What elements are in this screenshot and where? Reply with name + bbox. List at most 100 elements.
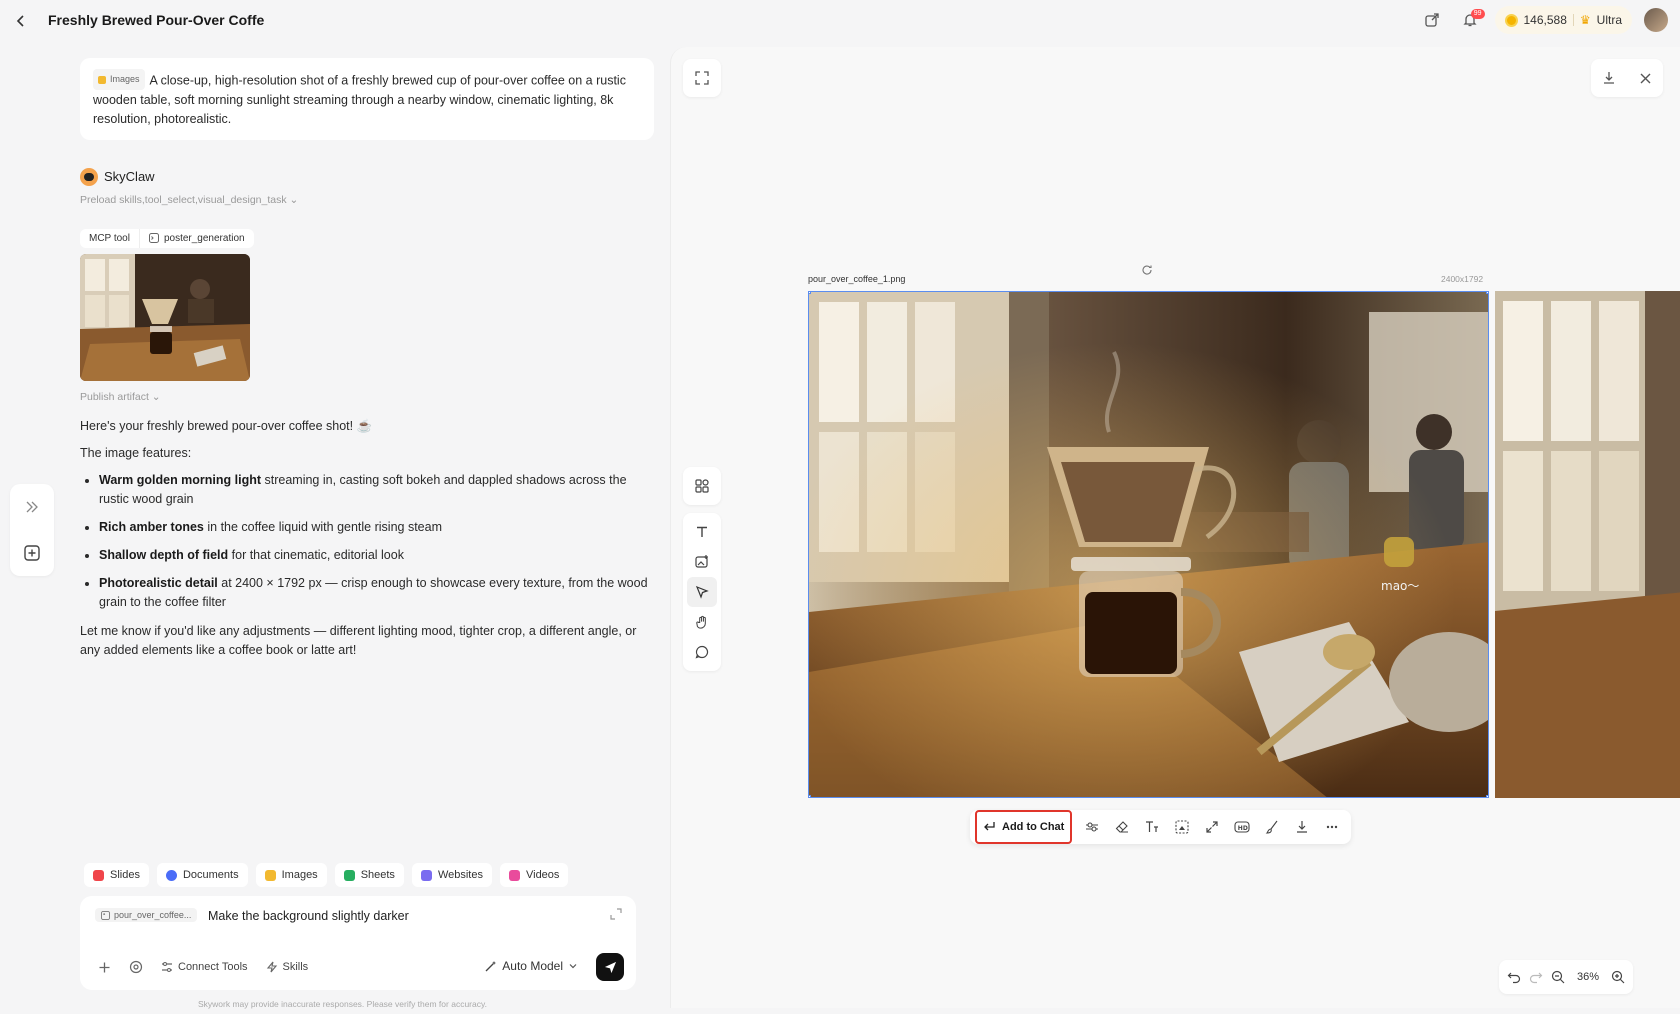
feature-bold: Rich amber tones bbox=[99, 519, 204, 534]
target-icon bbox=[129, 960, 143, 974]
generated-image-thumbnail[interactable] bbox=[80, 253, 250, 381]
adjacent-image[interactable] bbox=[1495, 291, 1680, 798]
more-options-button[interactable] bbox=[1318, 813, 1346, 841]
features-heading: The image features: bbox=[80, 445, 192, 460]
close-icon bbox=[1640, 73, 1651, 83]
agent-name: SkyClaw bbox=[104, 169, 155, 184]
publish-artifact-toggle[interactable]: Publish artifact ⌄ bbox=[80, 391, 654, 403]
add-to-chat-label: Add to Chat bbox=[1002, 821, 1065, 833]
zoom-in-icon bbox=[1611, 970, 1625, 984]
chip-label: Documents bbox=[182, 869, 239, 881]
image-icon bbox=[101, 910, 110, 920]
eraser-tool[interactable] bbox=[1108, 813, 1136, 841]
page-title: Freshly Brewed Pour-Over Coffe bbox=[48, 12, 265, 28]
target-button[interactable] bbox=[125, 955, 147, 979]
agent-header: SkyClaw bbox=[80, 167, 654, 186]
send-icon bbox=[604, 961, 616, 973]
connect-tools-button[interactable]: Connect Tools bbox=[157, 955, 252, 979]
hd-upscale-tool[interactable]: HD bbox=[1228, 813, 1256, 841]
download-image-button[interactable] bbox=[1288, 813, 1316, 841]
comment-icon bbox=[695, 645, 709, 659]
zoom-out-icon bbox=[1551, 970, 1565, 984]
text-tool[interactable] bbox=[687, 517, 717, 547]
chevron-left-icon bbox=[16, 15, 24, 27]
coffee-image: mao～ bbox=[809, 292, 1488, 797]
image-tag-icon bbox=[98, 75, 106, 84]
brush-tool[interactable] bbox=[1258, 813, 1286, 841]
undo-button[interactable] bbox=[1507, 970, 1521, 984]
prompt-tag-label: Images bbox=[110, 74, 140, 84]
chevron-down-icon: ⌄ bbox=[151, 390, 161, 403]
chip-videos[interactable]: Videos bbox=[499, 863, 569, 887]
expand-arrows-icon bbox=[1206, 821, 1218, 833]
chip-documents[interactable]: Documents bbox=[156, 863, 248, 887]
add-image-tool[interactable] bbox=[687, 547, 717, 577]
message-input[interactable]: Make the background slightly darker bbox=[208, 909, 409, 923]
coin-icon bbox=[1504, 13, 1518, 27]
selected-image[interactable]: mao～ bbox=[808, 291, 1489, 798]
chevron-down-icon: ⌄ bbox=[289, 193, 299, 206]
image-canvas[interactable]: pour_over_coffee_1.png 2400x1792 mao～ Ad… bbox=[670, 47, 1680, 1008]
resize-handle[interactable] bbox=[809, 292, 811, 294]
chevron-down-icon bbox=[569, 964, 577, 969]
skills-button[interactable]: Skills bbox=[262, 955, 313, 979]
user-avatar[interactable] bbox=[1644, 8, 1668, 32]
preload-skills-toggle[interactable]: Preload skills,tool_select,visual_design… bbox=[80, 194, 654, 206]
expand-input-button[interactable] bbox=[610, 908, 622, 920]
back-button[interactable] bbox=[10, 10, 32, 32]
text-edit-icon bbox=[1146, 821, 1159, 832]
hd-icon: HD bbox=[1234, 821, 1250, 833]
redo-button[interactable] bbox=[1529, 970, 1543, 984]
remove-bg-icon bbox=[1175, 820, 1189, 834]
zoom-out-button[interactable] bbox=[1551, 970, 1565, 984]
header-actions: 99 146,588 ♛ Ultra bbox=[1419, 6, 1668, 34]
fullscreen-button[interactable] bbox=[683, 59, 721, 97]
expand-icon bbox=[610, 908, 622, 920]
websites-icon bbox=[420, 869, 432, 881]
chip-sheets[interactable]: Sheets bbox=[334, 863, 404, 887]
close-canvas-button[interactable] bbox=[1639, 72, 1652, 85]
chip-label: Videos bbox=[525, 869, 560, 881]
edit-text-tool[interactable] bbox=[1138, 813, 1166, 841]
send-button[interactable] bbox=[596, 953, 624, 981]
tool-group-layers bbox=[683, 467, 721, 505]
adjust-tool[interactable] bbox=[1078, 813, 1106, 841]
zoom-in-button[interactable] bbox=[1611, 970, 1625, 984]
crown-icon: ♛ bbox=[1579, 13, 1591, 27]
components-tool[interactable] bbox=[687, 471, 717, 501]
chip-label: Sheets bbox=[360, 869, 395, 881]
more-icon bbox=[1327, 825, 1338, 829]
regenerate-button[interactable] bbox=[1141, 264, 1153, 276]
model-label: Auto Model bbox=[502, 959, 563, 973]
add-to-chat-button[interactable]: Add to Chat bbox=[975, 810, 1073, 844]
notifications-button[interactable]: 99 bbox=[1457, 7, 1485, 33]
chip-label: Slides bbox=[110, 869, 140, 881]
add-attachment-button[interactable] bbox=[94, 955, 115, 979]
zoom-level: 36% bbox=[1576, 971, 1600, 983]
hand-tool[interactable] bbox=[687, 607, 717, 637]
select-tool[interactable] bbox=[687, 577, 717, 607]
credits-pill[interactable]: 146,588 ♛ Ultra bbox=[1494, 6, 1632, 34]
user-prompt-card: Images A close-up, high-resolution shot o… bbox=[80, 58, 654, 140]
download-button[interactable] bbox=[1602, 71, 1616, 85]
slides-icon bbox=[93, 869, 104, 881]
image-toolbar: Add to Chat HD bbox=[970, 810, 1352, 844]
top-bar: Freshly Brewed Pour-Over Coffe 99 146,58… bbox=[0, 0, 1680, 42]
refresh-icon bbox=[1142, 265, 1152, 275]
zoom-controls: 36% bbox=[1499, 960, 1633, 994]
share-button[interactable] bbox=[1419, 7, 1445, 33]
chip-images[interactable]: Images bbox=[255, 863, 327, 887]
tool-name-chip[interactable]: poster_generation bbox=[138, 228, 254, 248]
new-chat-button[interactable] bbox=[23, 544, 41, 562]
canvas-actions bbox=[1591, 59, 1663, 97]
expand-sidebar-button[interactable] bbox=[24, 499, 40, 515]
download-icon bbox=[1297, 821, 1308, 833]
attached-image-chip[interactable]: pour_over_coffee... bbox=[95, 908, 198, 922]
chip-websites[interactable]: Websites bbox=[411, 863, 492, 887]
chip-slides[interactable]: Slides bbox=[84, 863, 149, 887]
model-selector[interactable]: Auto Model bbox=[484, 959, 578, 973]
videos-icon bbox=[508, 869, 520, 881]
remove-background-tool[interactable] bbox=[1168, 813, 1196, 841]
expand-image-tool[interactable] bbox=[1198, 813, 1226, 841]
comment-tool[interactable] bbox=[687, 637, 717, 667]
